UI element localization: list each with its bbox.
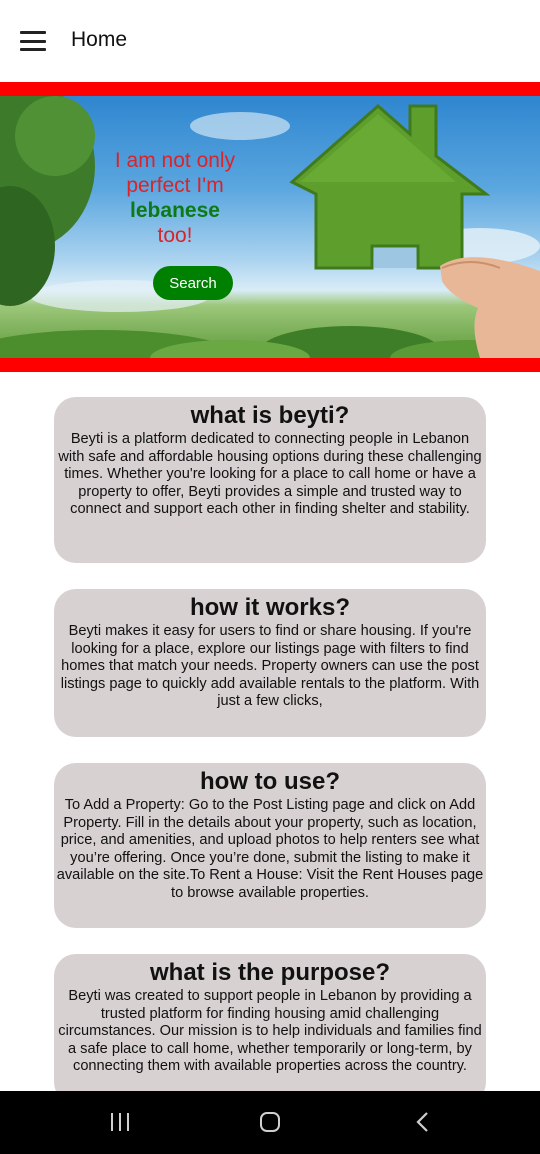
card-body: To Add a Property: Go to the Post Listin… — [56, 797, 484, 901]
card-title: how it works? — [189, 594, 350, 621]
hero-line-1: I am not only — [114, 149, 236, 172]
card-title: what is beyti? — [190, 402, 350, 429]
info-card-how-it-works: how it works? Beyti makes it easy for us… — [54, 589, 486, 737]
hero-line-3: lebanese — [130, 199, 220, 222]
hero-slogan: I am not only perfect I'm lebanese too! — [100, 148, 250, 248]
hero-banner: I am not only perfect I'm lebanese too! … — [0, 82, 540, 372]
page-title: Home — [71, 28, 128, 51]
card-title: how to use? — [200, 768, 340, 795]
info-card-what-is-beyti: what is beyti? Beyti is a platform dedic… — [54, 397, 486, 563]
info-card-purpose: what is the purpose? Beyti was created t… — [54, 954, 486, 1104]
card-body: Beyti was created to support people in L… — [58, 988, 482, 1075]
app-bar: Home — [0, 0, 540, 82]
house-grass-illustration — [0, 96, 540, 358]
info-card-how-to-use: how to use? To Add a Property: Go to the… — [54, 763, 486, 928]
hamburger-menu-icon[interactable] — [20, 31, 46, 51]
card-title: what is the purpose? — [149, 959, 391, 986]
card-body: Beyti makes it easy for users to find or… — [60, 623, 480, 710]
hero-line-2: perfect I'm — [126, 174, 224, 197]
search-button[interactable]: Search — [153, 266, 233, 300]
recent-apps-icon[interactable] — [109, 1111, 131, 1133]
back-chevron-icon[interactable] — [412, 1110, 434, 1134]
home-circle-icon[interactable] — [259, 1111, 281, 1133]
hero-image: I am not only perfect I'm lebanese too! … — [0, 96, 540, 358]
hero-line-4: too! — [157, 224, 193, 247]
card-body: Beyti is a platform dedicated to connect… — [58, 431, 482, 518]
